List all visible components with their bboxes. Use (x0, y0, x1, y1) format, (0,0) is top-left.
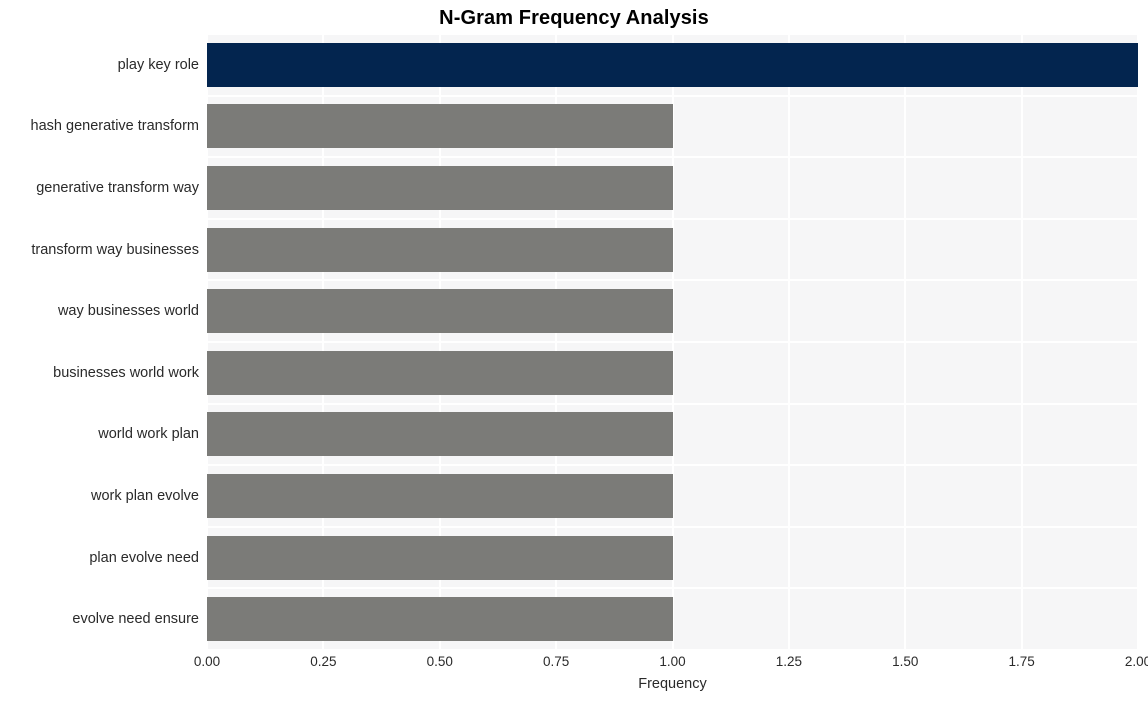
horizontal-gridline (207, 402, 1138, 405)
x-axis-tick-label: 1.00 (659, 654, 686, 669)
x-axis-tick-label: 1.25 (775, 654, 803, 669)
plot-area (207, 34, 1138, 650)
bar[interactable] (207, 474, 673, 518)
y-axis-tick-label: world work plan (98, 426, 199, 443)
y-axis-tick-label: evolve need ensure (72, 611, 199, 628)
bar[interactable] (207, 289, 673, 334)
bar[interactable] (207, 412, 673, 457)
bar[interactable] (207, 535, 673, 580)
bar[interactable] (207, 104, 673, 149)
bar[interactable] (207, 166, 673, 210)
y-axis-tick-label: hash generative transform (30, 118, 199, 135)
y-axis-tick-label: play key role (117, 56, 199, 73)
ngram-frequency-chart: N-Gram Frequency Analysis play key role h… (0, 0, 1148, 701)
y-axis-tick-labels: play key role hash generative transform ge… (0, 34, 199, 650)
horizontal-gridline (207, 34, 1138, 35)
x-axis-tick-label: 1.50 (892, 654, 919, 669)
x-axis-tick-label: 0.25 (310, 654, 337, 669)
horizontal-gridline (207, 525, 1138, 528)
x-axis-tick-label: 1.75 (1008, 654, 1035, 669)
x-axis-tick-label: 0.00 (193, 654, 221, 669)
x-axis-tick-labels: 0.00 0.25 0.50 0.75 1.00 1.25 1.50 1.75 2.00 (0, 652, 1148, 674)
bar[interactable] (207, 227, 673, 272)
x-axis-title: Frequency (638, 676, 707, 692)
horizontal-gridline (207, 94, 1138, 97)
horizontal-gridline (207, 156, 1138, 159)
horizontal-gridline (207, 464, 1138, 467)
y-axis-tick-label: transform way businesses (31, 241, 199, 258)
y-axis-tick-label: way businesses world (57, 303, 199, 320)
horizontal-gridline (207, 217, 1138, 220)
x-axis-tick-label: 2.00 (1124, 654, 1148, 669)
y-axis-tick-label: generative transform way (36, 180, 199, 196)
bar[interactable] (207, 597, 673, 642)
x-axis-tick-label: 0.75 (542, 654, 570, 669)
chart-title: N-Gram Frequency Analysis (439, 7, 709, 29)
y-axis-tick-label: plan evolve need (89, 549, 199, 566)
horizontal-gridline (207, 649, 1138, 650)
bar[interactable] (207, 350, 673, 395)
horizontal-gridline (207, 587, 1138, 590)
horizontal-gridline (207, 279, 1138, 282)
y-axis-tick-label: businesses world work (53, 364, 199, 381)
bar[interactable] (207, 42, 1138, 87)
x-axis-tick-label: 0.50 (426, 654, 453, 669)
horizontal-gridline (207, 341, 1138, 343)
y-axis-tick-label: work plan evolve (91, 488, 199, 504)
